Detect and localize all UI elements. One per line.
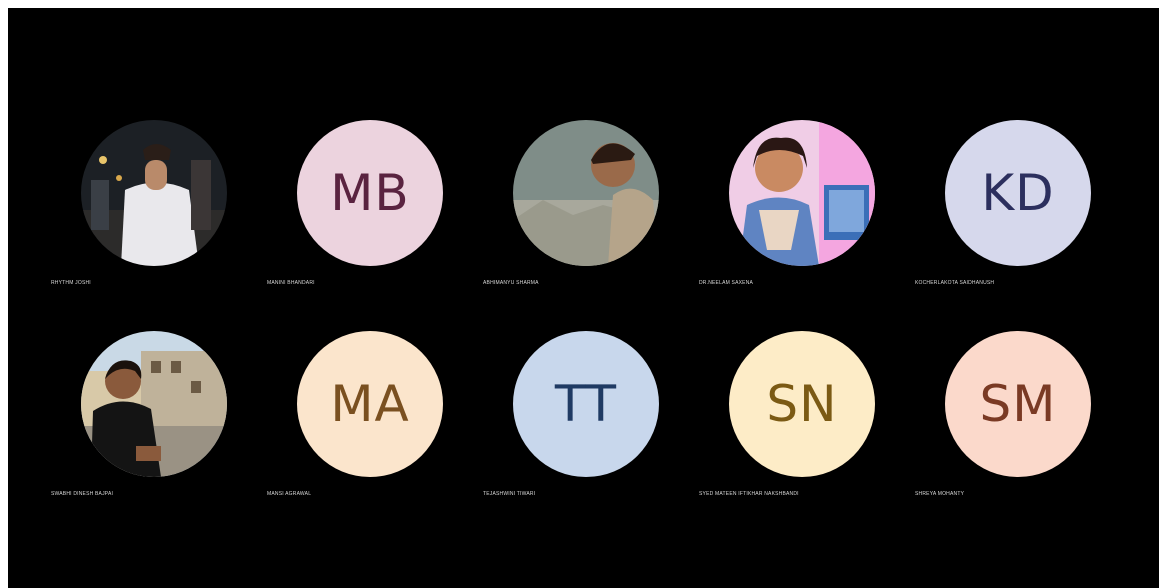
participants-gallery: RHYTHM JOSHI MB MANINI BHANDARI ABHIMANY… xyxy=(8,8,1159,588)
avatar-initials: KD xyxy=(981,164,1055,222)
avatar: TT xyxy=(513,331,659,477)
participant-name: MANSI AGRAWAL xyxy=(267,491,312,497)
participant-tile-syed-mateen-iftikhar-nakshbandi[interactable]: SN SYED MATEEN IFTIKHAR NAKSHBANDI xyxy=(699,331,879,521)
avatar: SM xyxy=(945,331,1091,477)
avatar-initials: TT xyxy=(554,375,618,433)
participant-name: ABHIMANYU SHARMA xyxy=(483,280,539,286)
avatar: SN xyxy=(729,331,875,477)
user-photo-icon xyxy=(81,120,227,266)
user-photo-icon xyxy=(513,120,659,266)
avatar-initials: SM xyxy=(979,375,1057,433)
participant-name: TEJASHWINI TIWARI xyxy=(483,491,536,497)
user-photo-icon xyxy=(729,120,875,266)
participant-name: SYED MATEEN IFTIKHAR NAKSHBANDI xyxy=(699,491,799,497)
participant-tile-manini-bhandari[interactable]: MB MANINI BHANDARI xyxy=(267,120,447,310)
avatar: KD xyxy=(945,120,1091,266)
participant-tile-kocherlakota-saidhanush[interactable]: KD KOCHERLAKOTA SAIDHANUSH xyxy=(915,120,1095,310)
participant-tile-mansi-agrawal[interactable]: MA MANSI AGRAWAL xyxy=(267,331,447,521)
participant-name: SHREYA MOHANTY xyxy=(915,491,965,497)
participant-name: MANINI BHANDARI xyxy=(267,280,315,286)
avatar-initials: SN xyxy=(766,375,838,433)
participant-name: RHYTHM JOSHI xyxy=(51,280,91,286)
participant-tile-shreya-mohanty[interactable]: SM SHREYA MOHANTY xyxy=(915,331,1095,521)
participant-name: SWABHI DINESH BAJPAI xyxy=(51,491,114,497)
participant-name: Dr.Neelam Saxena xyxy=(699,280,754,286)
participant-tile-rhythm-joshi[interactable]: RHYTHM JOSHI xyxy=(51,120,231,310)
avatar: MA xyxy=(297,331,443,477)
participant-tile-tejashwini-tiwari[interactable]: TT TEJASHWINI TIWARI xyxy=(483,331,663,521)
participant-tile-dr-neelam-saxena[interactable]: Dr.Neelam Saxena xyxy=(699,120,879,310)
user-photo-icon xyxy=(81,331,227,477)
participant-name: KOCHERLAKOTA SAIDHANUSH xyxy=(915,280,995,286)
avatar-initials: MA xyxy=(330,375,410,433)
avatar-initials: MB xyxy=(330,164,410,222)
participant-tile-swabhi-dinesh-bajpai[interactable]: SWABHI DINESH BAJPAI xyxy=(51,331,231,521)
avatar: MB xyxy=(297,120,443,266)
participant-tile-abhimanyu-sharma[interactable]: ABHIMANYU SHARMA xyxy=(483,120,663,310)
